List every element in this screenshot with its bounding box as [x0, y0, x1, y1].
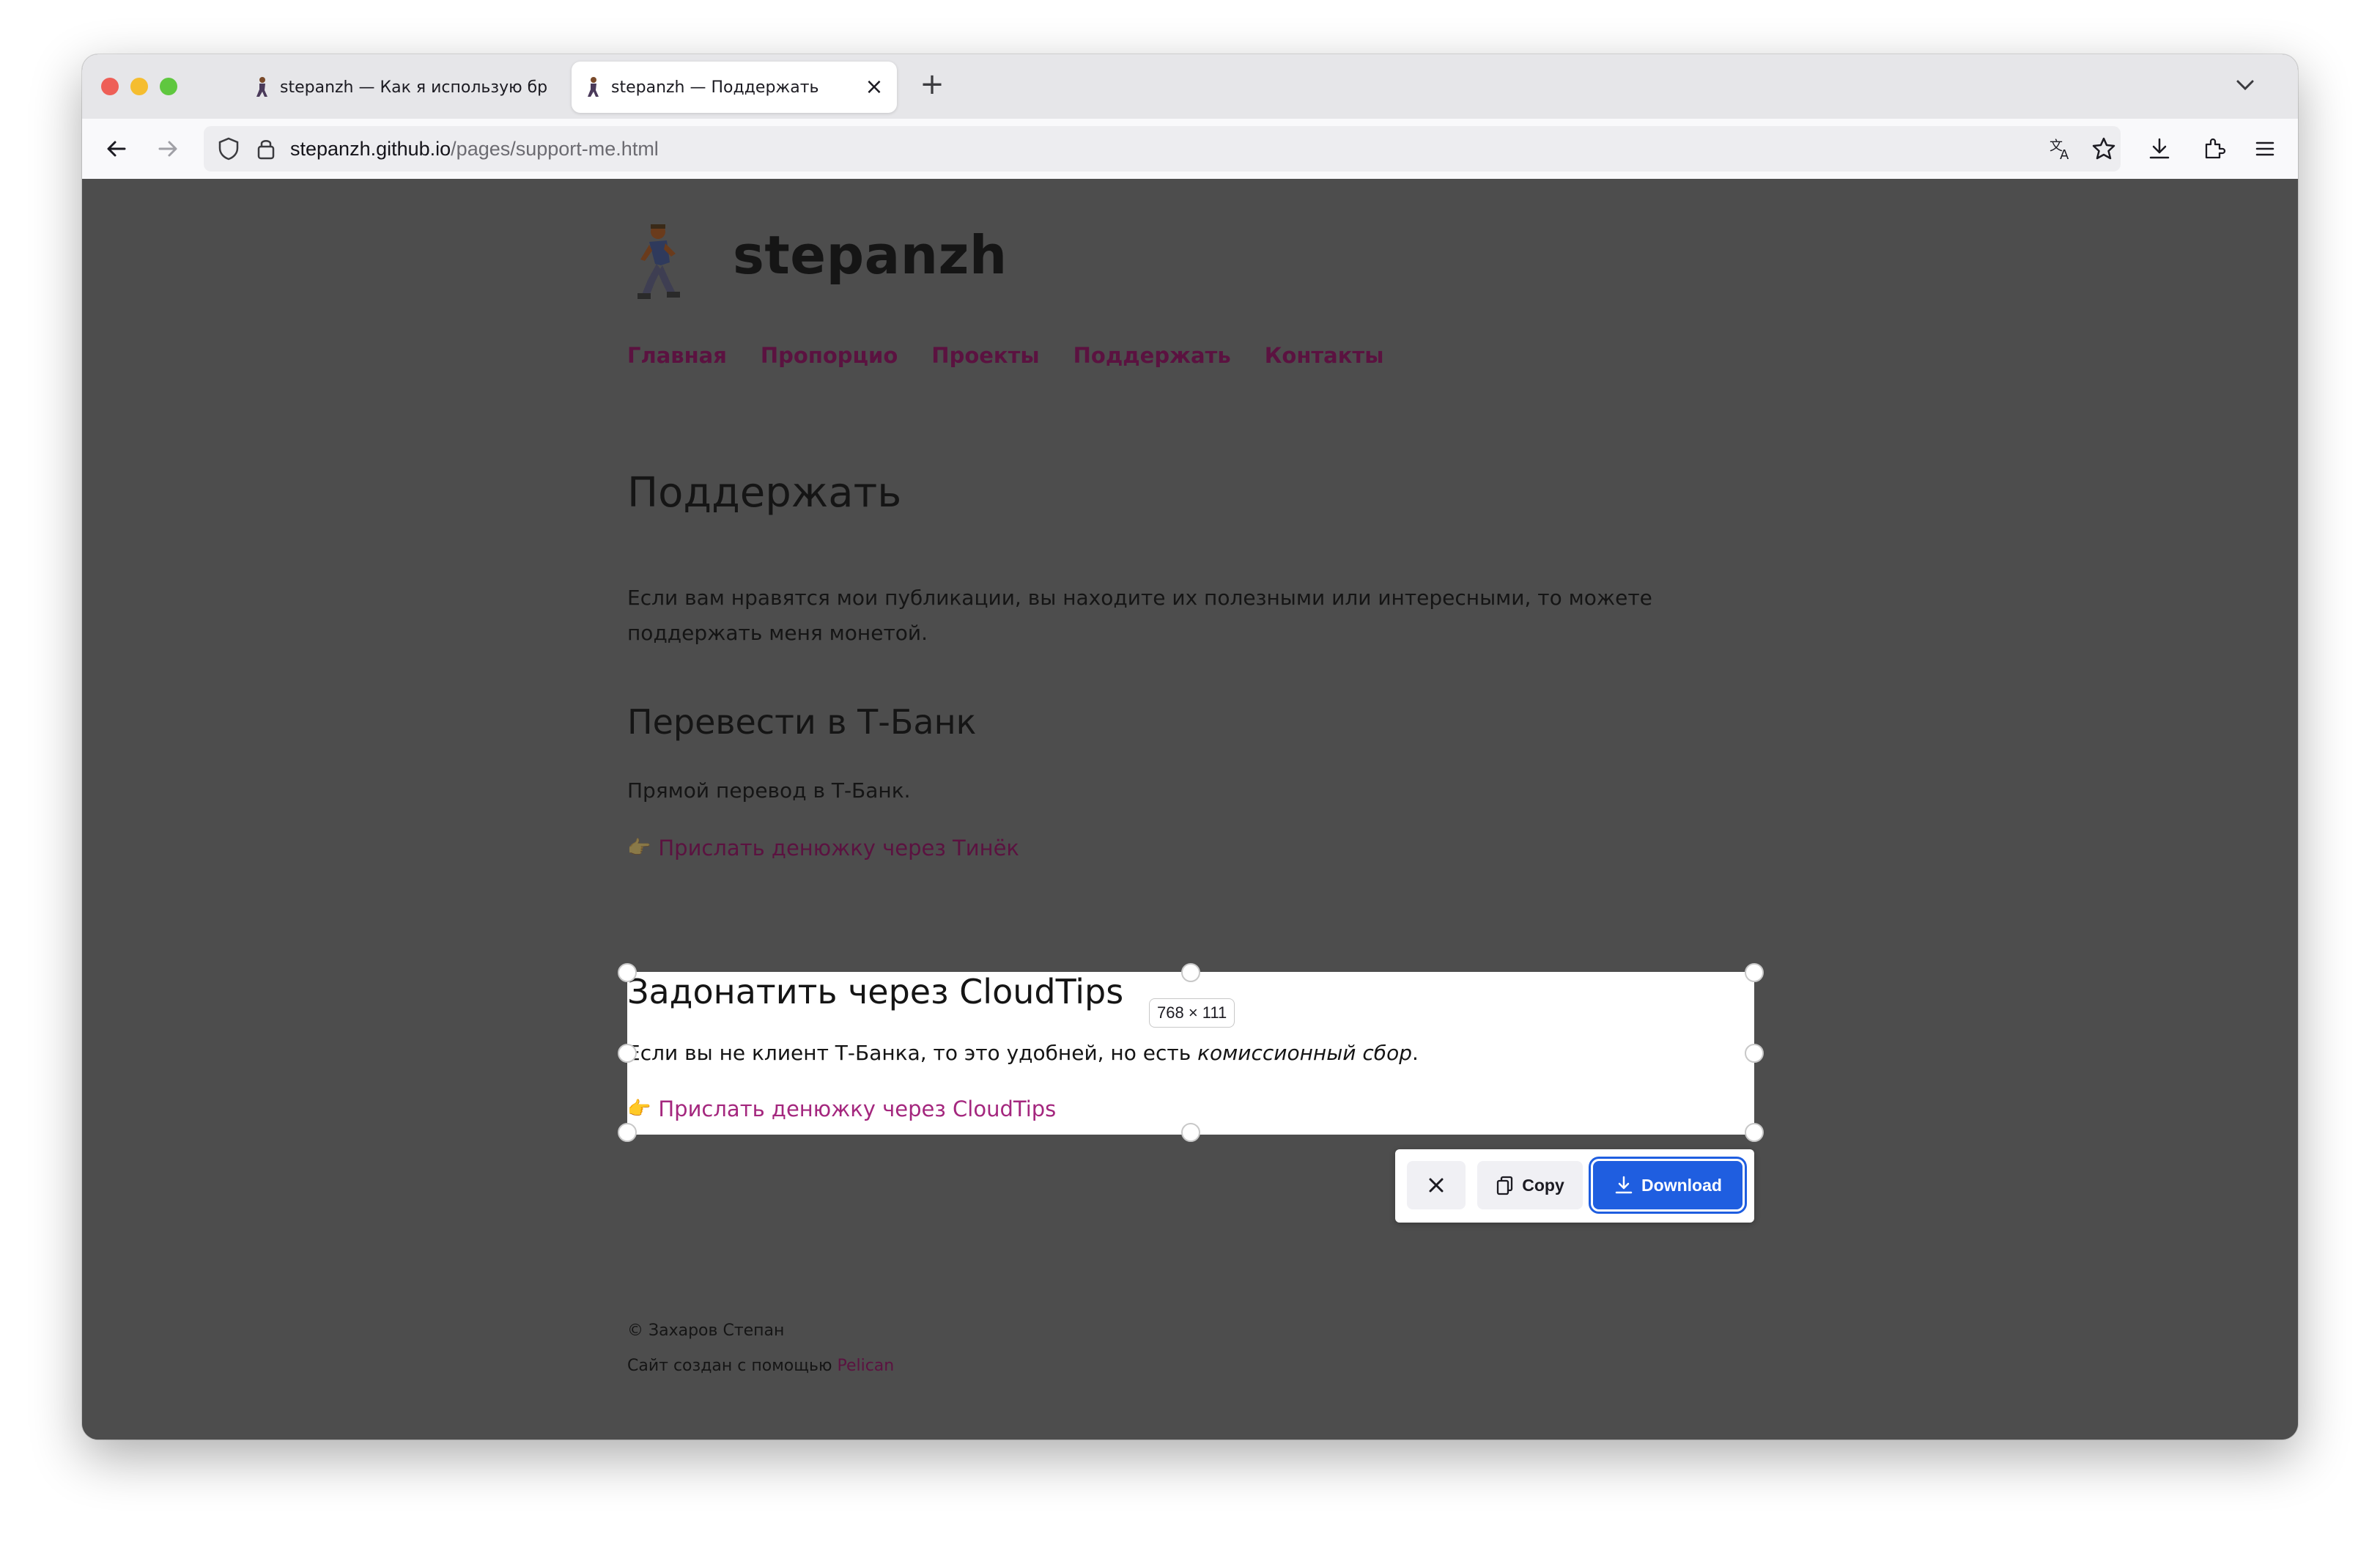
pointing-hand-icon: 👉 [627, 1098, 651, 1120]
tbank-link[interactable]: 👉 Прислать денюжку через Тинёк [627, 836, 1019, 860]
cloudtips-link-text[interactable]: Прислать денюжку через CloudTips [658, 1096, 1056, 1121]
cloudtips-text: Если вы не клиент Т-Банка, то это удобне… [627, 1041, 1419, 1065]
tab-inactive[interactable]: stepanzh — Как я использую бр × [240, 62, 629, 113]
tab-active[interactable]: stepanzh — Поддержать × [572, 62, 897, 113]
runner-logo-icon[interactable] [627, 221, 683, 302]
url-host: stepanzh.github.io [290, 138, 451, 160]
resize-handle-bottom[interactable] [1181, 1123, 1200, 1142]
copy-label: Copy [1522, 1175, 1564, 1195]
translate-icon[interactable]: 文A [2046, 133, 2077, 164]
url-text: stepanzh.github.io/pages/support-me.html [290, 126, 659, 172]
selection-dimensions-label: 768 × 111 [1149, 998, 1235, 1028]
site-title[interactable]: stepanzh [733, 224, 1008, 286]
runner-favicon-icon [588, 77, 599, 97]
made-with-text: Сайт создан с помощью Pelican [627, 1349, 894, 1384]
page-content: stepanzh Главная Пропорцио Проекты Подде… [82, 179, 2298, 1440]
resize-handle-top[interactable] [1181, 963, 1200, 982]
tab-title: stepanzh — Поддержать [611, 78, 819, 97]
svg-text:A: A [2060, 147, 2069, 162]
pointing-hand-icon: 👉 [627, 837, 651, 859]
runner-favicon-icon [256, 77, 267, 97]
tbank-text: Прямой перевод в Т-Банк. [627, 778, 911, 803]
menu-item-projects[interactable]: Проекты [931, 343, 1039, 368]
menu-item-support[interactable]: Поддержать [1073, 343, 1231, 368]
minimize-window-button[interactable] [130, 78, 148, 95]
cloudtips-text-end: . [1411, 1041, 1419, 1065]
tab-list-chevron-icon[interactable] [2231, 70, 2260, 100]
resize-handle-top-right[interactable] [1745, 963, 1764, 982]
download-label: Download [1641, 1175, 1722, 1195]
cloudtips-heading: Задонатить через CloudTips [627, 972, 1124, 1011]
screenshot-toolbar: Copy Download [1395, 1149, 1754, 1223]
lock-icon[interactable] [255, 136, 277, 161]
shield-icon[interactable] [217, 136, 240, 161]
cloudtips-text-start: Если вы не клиент Т-Банка, то это удобне… [627, 1041, 1198, 1065]
tbank-link-text[interactable]: Прислать денюжку через Тинёк [658, 836, 1019, 860]
cloudtips-text-italic: комиссионный сбор [1197, 1041, 1412, 1065]
menu-item-home[interactable]: Главная [627, 343, 727, 368]
resize-handle-bottom-left[interactable] [618, 1123, 637, 1142]
zoom-window-button[interactable] [160, 78, 177, 95]
url-bar[interactable]: stepanzh.github.io/pages/support-me.html [204, 126, 2121, 172]
page-footer: © Захаров Степан Сайт создан с помощью P… [627, 1313, 894, 1384]
close-window-button[interactable] [101, 78, 119, 95]
download-icon [1615, 1176, 1633, 1194]
pelican-link[interactable]: Pelican [837, 1357, 894, 1375]
resize-handle-bottom-right[interactable] [1745, 1123, 1764, 1142]
tab-title: stepanzh — Как я использую бр [280, 78, 548, 97]
navigation-bar: stepanzh.github.io/pages/support-me.html… [82, 119, 2298, 180]
menu-item-proportio[interactable]: Пропорцио [761, 343, 898, 368]
forward-arrow-icon[interactable] [152, 133, 183, 164]
resize-handle-top-left[interactable] [618, 963, 637, 982]
copy-button[interactable]: Copy [1477, 1161, 1583, 1209]
close-icon [1429, 1178, 1444, 1193]
cancel-screenshot-button[interactable] [1407, 1161, 1466, 1209]
bookmark-star-icon[interactable] [2088, 133, 2119, 164]
tbank-heading: Перевести в Т-Банк [627, 702, 977, 742]
resize-handle-left[interactable] [618, 1044, 637, 1063]
copyright-text: © Захаров Степан [627, 1322, 785, 1340]
intro-text: Если вам нравятся мои публикации, вы нах… [627, 586, 1652, 645]
downloads-icon[interactable] [2144, 133, 2175, 164]
new-tab-button[interactable]: + [913, 67, 951, 101]
extensions-icon[interactable] [2198, 133, 2229, 164]
made-with-label: Сайт создан с помощью [627, 1357, 838, 1375]
back-arrow-icon[interactable] [101, 133, 132, 164]
resize-handle-right[interactable] [1745, 1044, 1764, 1063]
download-button[interactable]: Download [1589, 1157, 1747, 1214]
url-path: /pages/support-me.html [451, 138, 659, 160]
page-title: Поддержать [627, 469, 902, 517]
menu-item-contacts[interactable]: Контакты [1265, 343, 1384, 368]
site-menu: Главная Пропорцио Проекты Поддержать Кон… [627, 343, 1383, 368]
copy-icon [1497, 1176, 1513, 1195]
tab-bar: stepanzh — Как я использую бр × stepanzh… [82, 54, 2298, 119]
close-tab-icon[interactable]: × [863, 76, 885, 98]
screenshot-selection[interactable]: Задонатить через CloudTips Если вы не кл… [627, 972, 1754, 1135]
menu-hamburger-icon[interactable] [2250, 133, 2280, 164]
cloudtips-link[interactable]: 👉 Прислать денюжку через CloudTips [627, 1096, 1056, 1121]
browser-window: stepanzh — Как я использую бр × stepanzh… [82, 54, 2298, 1440]
